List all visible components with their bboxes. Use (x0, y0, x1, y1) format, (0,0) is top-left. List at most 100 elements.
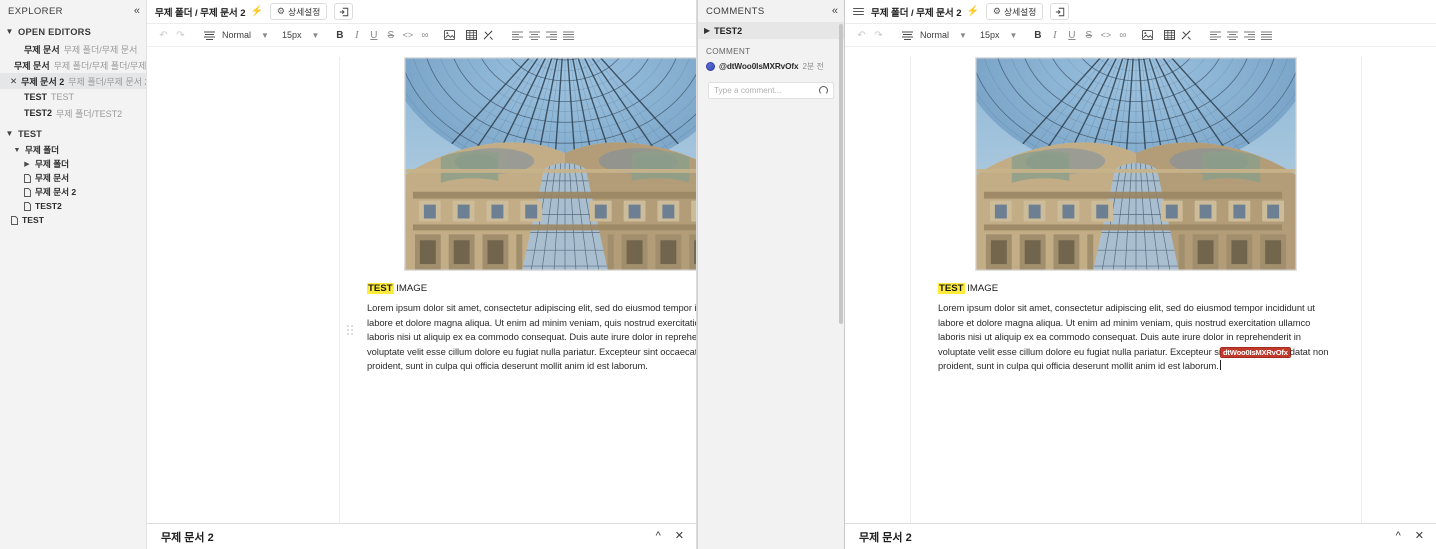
file-icon (22, 173, 32, 183)
undo-icon[interactable]: ↶ (155, 26, 172, 44)
open-editor-name: TEST (24, 92, 48, 102)
document-page-right[interactable]: TEST IMAGE Lorem ipsum dolor sit amet, c… (910, 57, 1362, 523)
document-heading: TEST IMAGE (938, 283, 1335, 295)
tree-file-node[interactable]: TEST2 (0, 199, 146, 213)
tree-root-section[interactable]: ▼ TEST (0, 124, 146, 143)
open-editor-name: 무제 문서 2 (21, 76, 65, 87)
open-editor-row[interactable]: TEST2 무제 폴더/TEST2 (0, 105, 146, 121)
comments-scrollbar[interactable] (839, 24, 843, 324)
tree-file-node[interactable]: TEST (0, 213, 146, 227)
link-icon[interactable]: ∞ (416, 26, 433, 44)
redo-icon[interactable]: ↷ (172, 26, 189, 44)
detail-settings-button[interactable]: ⚙ 상세설정 (269, 3, 328, 20)
clear-format-icon[interactable] (1178, 26, 1195, 44)
chevron-down-icon: ▼ (959, 30, 967, 40)
detail-settings-label: 상세설정 (287, 7, 321, 17)
document-page-left[interactable]: TEST IMAGE Lorem ipsum dolor sit amet, c… (339, 57, 696, 523)
detail-settings-button[interactable]: ⚙ 상세설정 (985, 3, 1044, 20)
paragraph-style-icon[interactable] (201, 26, 218, 44)
tree-file-node[interactable]: 무제 문서 2 (0, 185, 146, 199)
heading-highlight: TEST (367, 283, 394, 294)
chevron-right-icon: ▶ (24, 161, 30, 168)
menu-hamburger-icon[interactable] (853, 7, 864, 16)
document-image[interactable] (975, 57, 1297, 271)
comment-author[interactable]: @dtWoo0IsMXRvOfx (719, 62, 799, 71)
font-size-value: 15px (979, 30, 1000, 40)
image-icon[interactable] (441, 26, 458, 44)
paragraph-style-icon[interactable] (899, 26, 916, 44)
align-center-icon[interactable] (526, 26, 543, 44)
close-icon[interactable]: ✕ (675, 531, 684, 542)
open-editor-row[interactable]: 무제 문서 무제 폴더/무제 문서 (0, 41, 146, 57)
editor-pane-right: 무제 폴더 / 무제 문서 2 ⚡ ⚙ 상세설정 ↶ ↷ Normal ▼ 15… (845, 0, 1436, 549)
document-paragraph[interactable]: Lorem ipsum dolor sit amet, consectetur … (938, 301, 1335, 373)
chevron-right-icon: ▶ (704, 26, 711, 35)
align-left-icon[interactable] (509, 26, 526, 44)
bold-button[interactable]: B (331, 26, 348, 44)
open-editor-path: TEST (51, 92, 75, 102)
align-justify-icon[interactable] (560, 26, 577, 44)
strikethrough-button[interactable]: S (382, 26, 399, 44)
breadcrumb[interactable]: 무제 폴더 / 무제 문서 2 (871, 5, 962, 19)
block-style-select[interactable]: Normal ▼ (218, 30, 273, 40)
tree-folder-node[interactable]: ▼ 무제 폴더 (0, 143, 146, 157)
comment-time: 2분 전 (802, 62, 824, 71)
tree-folder-node[interactable]: ▶ 무제 폴더 (0, 157, 146, 171)
enter-share-button[interactable] (1050, 3, 1070, 20)
collapse-sidebar-icon[interactable]: « (134, 5, 140, 17)
open-editor-row-active[interactable]: ✕ 무제 문서 2 무제 폴더/무제 문서 2 (0, 73, 146, 89)
tree-node-label: 무제 폴더 (25, 145, 60, 155)
explorer-title: EXPLORER (8, 5, 63, 17)
close-icon[interactable]: ✕ (1415, 531, 1424, 542)
align-right-icon[interactable] (543, 26, 560, 44)
image-icon[interactable] (1139, 26, 1156, 44)
link-icon[interactable]: ∞ (1114, 26, 1131, 44)
collapse-comments-icon[interactable]: « (832, 5, 838, 17)
comment-input-placeholder: Type a comment... (714, 86, 782, 95)
editor-right-topbar: 무제 폴더 / 무제 문서 2 ⚡ ⚙ 상세설정 (845, 0, 1436, 24)
open-editor-row[interactable]: TEST TEST (0, 89, 146, 105)
table-icon[interactable] (463, 26, 480, 44)
underline-button[interactable]: U (1063, 26, 1080, 44)
chevron-up-icon[interactable]: ^ (656, 531, 661, 542)
strikethrough-button[interactable]: S (1080, 26, 1097, 44)
chevron-up-icon[interactable]: ^ (1396, 531, 1401, 542)
block-style-select[interactable]: Normal ▼ (916, 30, 971, 40)
heading-rest: IMAGE (964, 283, 999, 294)
document-body-left: TEST IMAGE Lorem ipsum dolor sit amet, c… (340, 283, 696, 374)
send-circle-icon[interactable] (819, 86, 828, 95)
close-icon[interactable]: ✕ (10, 76, 17, 87)
clear-format-icon[interactable] (480, 26, 497, 44)
table-icon[interactable] (1161, 26, 1178, 44)
bold-button[interactable]: B (1029, 26, 1046, 44)
comments-header: COMMENTS « (698, 0, 844, 22)
align-right-icon[interactable] (1241, 26, 1258, 44)
undo-icon[interactable]: ↶ (853, 26, 870, 44)
code-button[interactable]: <> (1097, 26, 1114, 44)
italic-button[interactable]: I (1046, 26, 1063, 44)
document-image[interactable] (404, 57, 696, 271)
code-button[interactable]: <> (399, 26, 416, 44)
lightning-bolt-icon: ⚡ (250, 6, 263, 17)
open-editors-section[interactable]: ▼ OPEN EDITORS (0, 22, 146, 41)
comment-input[interactable]: Type a comment... (708, 82, 834, 99)
chevron-down-icon: ▼ (1009, 30, 1018, 40)
align-left-icon[interactable] (1207, 26, 1224, 44)
underline-button[interactable]: U (365, 26, 382, 44)
mention-tag[interactable]: dtWoo0IsMXRvOfx (1220, 347, 1290, 357)
italic-button[interactable]: I (348, 26, 365, 44)
font-size-select[interactable]: 15px ▼ (278, 30, 323, 40)
tree-node-label: 무제 문서 2 (35, 187, 77, 197)
breadcrumb[interactable]: 무제 폴더 / 무제 문서 2 (155, 5, 246, 19)
comment-author-row: @dtWoo0IsMXRvOfx 2분 전 (706, 61, 837, 72)
drag-handle[interactable] (347, 325, 354, 335)
align-center-icon[interactable] (1224, 26, 1241, 44)
redo-icon[interactable]: ↷ (870, 26, 887, 44)
align-justify-icon[interactable] (1258, 26, 1275, 44)
document-paragraph[interactable]: Lorem ipsum dolor sit amet, consectetur … (367, 301, 696, 373)
open-editor-row[interactable]: 무제 문서 무제 폴더/무제 폴더/무제 폴더 2... (0, 57, 146, 73)
tree-file-node[interactable]: 무제 문서 (0, 171, 146, 185)
enter-share-button[interactable] (334, 3, 354, 20)
comment-thread-header[interactable]: ▶ TEST2 (698, 22, 844, 39)
font-size-select[interactable]: 15px ▼ (976, 30, 1021, 40)
